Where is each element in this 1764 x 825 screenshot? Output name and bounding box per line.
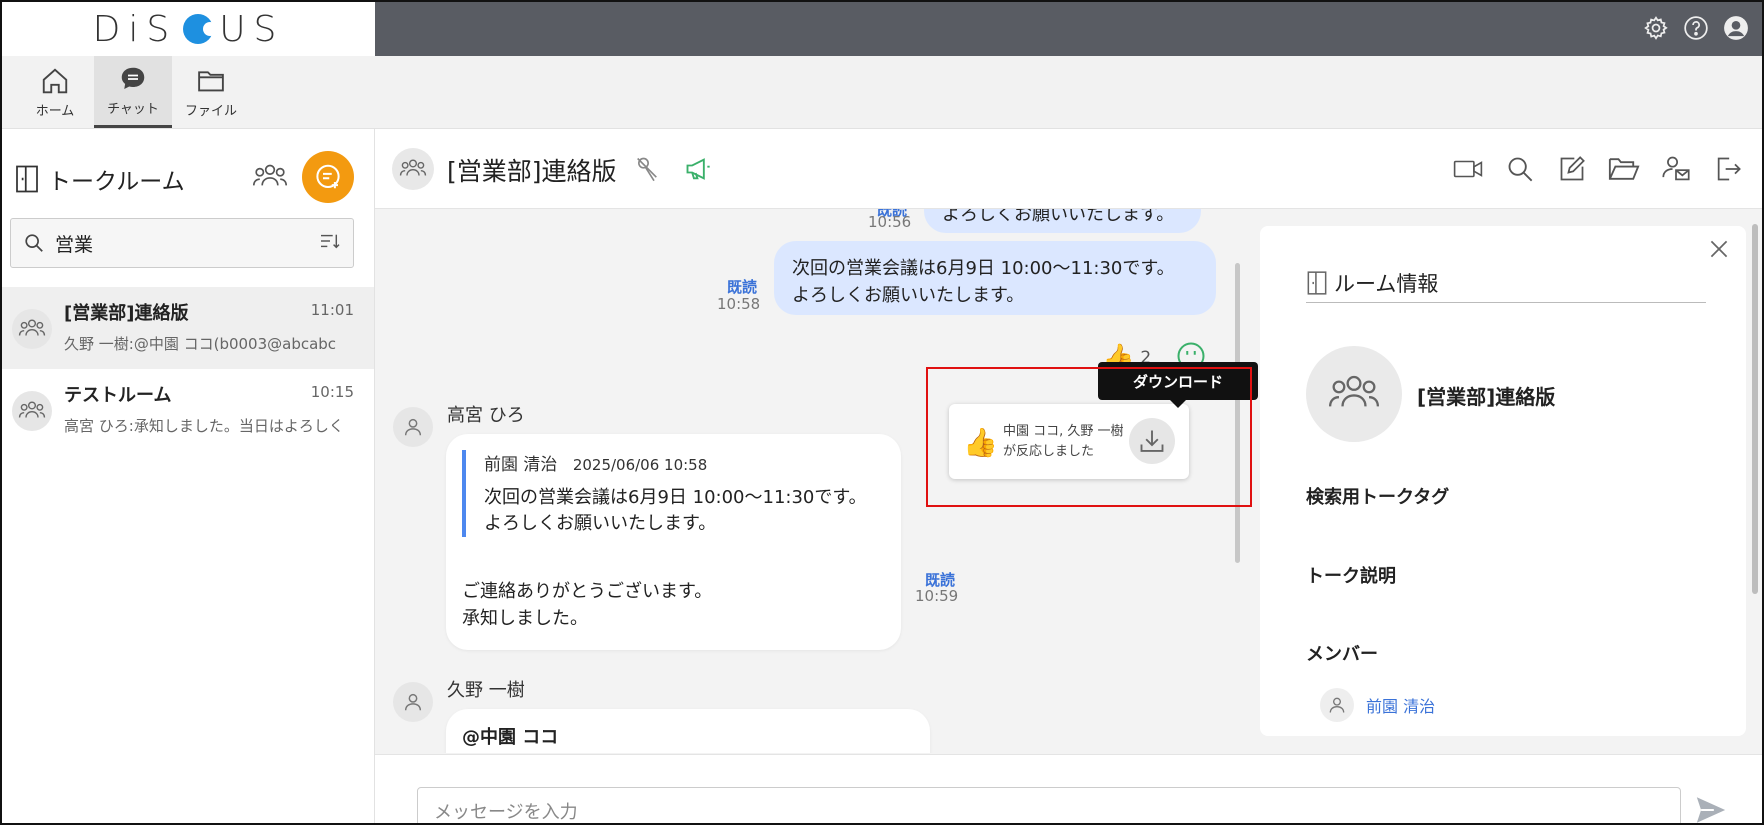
description-label: トーク説明 bbox=[1306, 566, 1396, 587]
room-info-title: ルーム情報 bbox=[1306, 268, 1438, 298]
invite-member-icon[interactable] bbox=[1660, 153, 1692, 185]
home-icon bbox=[42, 67, 68, 93]
group-avatar-icon bbox=[12, 309, 52, 349]
sidebar-title-text: トークルーム bbox=[48, 169, 185, 195]
search-icon bbox=[25, 234, 43, 252]
mention-text: @中園 ココ bbox=[462, 727, 559, 748]
nav-chat[interactable]: チャット bbox=[94, 56, 172, 128]
message-text-line: ご連絡ありがとうございます。 bbox=[462, 581, 713, 602]
read-status: 既読 bbox=[727, 278, 758, 296]
door-icon bbox=[16, 165, 38, 193]
user-avatar-icon bbox=[1320, 688, 1354, 722]
sidebar-title: トークルーム bbox=[14, 162, 185, 196]
folder-icon bbox=[198, 70, 224, 91]
quote-author: 前園 清治 bbox=[484, 455, 558, 475]
message-time: 10:59 bbox=[915, 587, 959, 605]
room-info-panel: ルーム情報 [営業部]連絡版 検索用トークタグ トーク説明 メンバー 前園 清治 bbox=[1260, 226, 1746, 736]
room-search-input[interactable] bbox=[55, 232, 295, 254]
message-mine: 次回の営業会議は6月9日 10:00～11:30です。 よろしくお願いいたします… bbox=[774, 241, 1216, 315]
message-input[interactable] bbox=[417, 787, 1681, 823]
room-info-title-text: ルーム情報 bbox=[1334, 272, 1439, 296]
message-text-line: よろしくお願いいたします。 bbox=[792, 285, 1025, 306]
highlight-box bbox=[926, 367, 1252, 507]
close-icon[interactable] bbox=[1706, 236, 1732, 262]
logo-area: Di S US bbox=[2, 2, 375, 56]
room-preview: 久野 一樹:@中園 ココ(b0003@abcabc bbox=[64, 335, 337, 353]
room-name: [営業部]連絡版 bbox=[64, 303, 189, 324]
help-icon[interactable] bbox=[1682, 14, 1710, 42]
sort-icon[interactable] bbox=[319, 232, 341, 254]
message-time: 10:56 bbox=[868, 213, 912, 231]
divider bbox=[1306, 302, 1706, 303]
room-info-scrollbar[interactable] bbox=[1752, 224, 1758, 594]
members-label: メンバー bbox=[1306, 644, 1378, 665]
room-info-name: [営業部]連絡版 bbox=[1417, 385, 1556, 409]
edit-note-icon[interactable] bbox=[1556, 153, 1588, 185]
sender-name: 高宮 ひろ bbox=[447, 405, 525, 426]
top-bar bbox=[375, 2, 1762, 56]
member-name: 前園 清治 bbox=[1366, 697, 1436, 716]
message-text: よろしくお願いいたします。 bbox=[942, 209, 1175, 225]
room-search-box bbox=[10, 218, 354, 268]
room-item-test[interactable]: テストルーム 10:15 高宮 ひろ:承知しました。当日はよろしく bbox=[2, 369, 374, 451]
settings-gear-icon[interactable] bbox=[1642, 14, 1670, 42]
chat-title: [営業部]連絡版 bbox=[447, 157, 617, 186]
chat-header: [営業部]連絡版 bbox=[375, 129, 1762, 209]
quote-date: 2025/06/06 10:58 bbox=[572, 456, 708, 474]
discus-logo: Di S US bbox=[92, 8, 285, 50]
door-icon bbox=[1307, 271, 1327, 295]
room-list: [営業部]連絡版 11:01 久野 一樹:@中園 ココ(b0003@abcabc… bbox=[2, 287, 374, 451]
user-avatar-icon[interactable] bbox=[393, 407, 433, 447]
tags-label: 検索用トークタグ bbox=[1306, 487, 1450, 508]
sender-name: 久野 一樹 bbox=[447, 680, 525, 701]
nav-chat-label: チャット bbox=[107, 102, 159, 117]
message-text-line: 次回の営業会議は6月9日 10:00～11:30です。 bbox=[792, 258, 1175, 279]
nav-files[interactable]: ファイル bbox=[172, 56, 250, 128]
message-text-line: 承知しました。 bbox=[462, 608, 588, 629]
folder-open-icon[interactable] bbox=[1608, 153, 1640, 185]
group-avatar-icon bbox=[12, 391, 52, 431]
app-window: Di S US ホーム チャット ファイル トークルーム 営業 [営業部]連絡版… bbox=[0, 0, 1764, 825]
talk-room-sidebar: トークルーム [営業部]連絡版 11:01 久野 一樹:@中 bbox=[2, 129, 375, 823]
members-icon[interactable] bbox=[252, 161, 288, 197]
video-call-icon[interactable] bbox=[1452, 153, 1484, 185]
room-time: 10:15 bbox=[310, 383, 354, 401]
room-name: テストルーム bbox=[64, 385, 172, 406]
main-nav: ホーム チャット ファイル bbox=[2, 56, 1762, 129]
quote-text-line: よろしくお願いいたします。 bbox=[484, 513, 717, 534]
room-preview: 高宮 ひろ:承知しました。当日はよろしく bbox=[64, 417, 344, 435]
room-time: 11:01 bbox=[310, 301, 354, 319]
nav-home-label: ホーム bbox=[35, 103, 75, 119]
quote-text-line: 次回の営業会議は6月9日 10:00～11:30です。 bbox=[484, 487, 867, 508]
leave-room-icon[interactable] bbox=[1712, 153, 1744, 185]
user-avatar-icon[interactable] bbox=[393, 682, 433, 722]
new-chat-icon bbox=[316, 164, 340, 189]
room-avatar-icon bbox=[1306, 346, 1402, 442]
message-time: 10:58 bbox=[717, 295, 761, 313]
chat-bubble-icon bbox=[121, 67, 145, 89]
composer bbox=[375, 754, 1762, 823]
quoted-message[interactable]: 前園 清治 2025/06/06 10:58 次回の営業会議は6月9日 10:0… bbox=[462, 450, 867, 537]
message-other: @中園 ココ bbox=[446, 709, 930, 753]
nav-files-label: ファイル bbox=[184, 103, 237, 119]
member-item[interactable]: 前園 清治 bbox=[1320, 688, 1435, 722]
new-chat-button[interactable] bbox=[302, 151, 354, 203]
pin-icon[interactable] bbox=[633, 155, 661, 187]
message-other: 前園 清治 2025/06/06 10:58 次回の営業会議は6月9日 10:0… bbox=[446, 434, 901, 650]
user-account-icon[interactable] bbox=[1722, 14, 1750, 42]
room-item-sales[interactable]: [営業部]連絡版 11:01 久野 一樹:@中園 ココ(b0003@abcabc bbox=[2, 287, 374, 369]
room-avatar-icon bbox=[392, 148, 434, 190]
announcement-megaphone-icon[interactable] bbox=[683, 155, 713, 187]
nav-home[interactable]: ホーム bbox=[16, 56, 94, 128]
message-mine: よろしくお願いいたします。 bbox=[924, 209, 1201, 233]
send-icon[interactable] bbox=[1693, 793, 1733, 823]
search-messages-icon[interactable] bbox=[1504, 153, 1536, 185]
